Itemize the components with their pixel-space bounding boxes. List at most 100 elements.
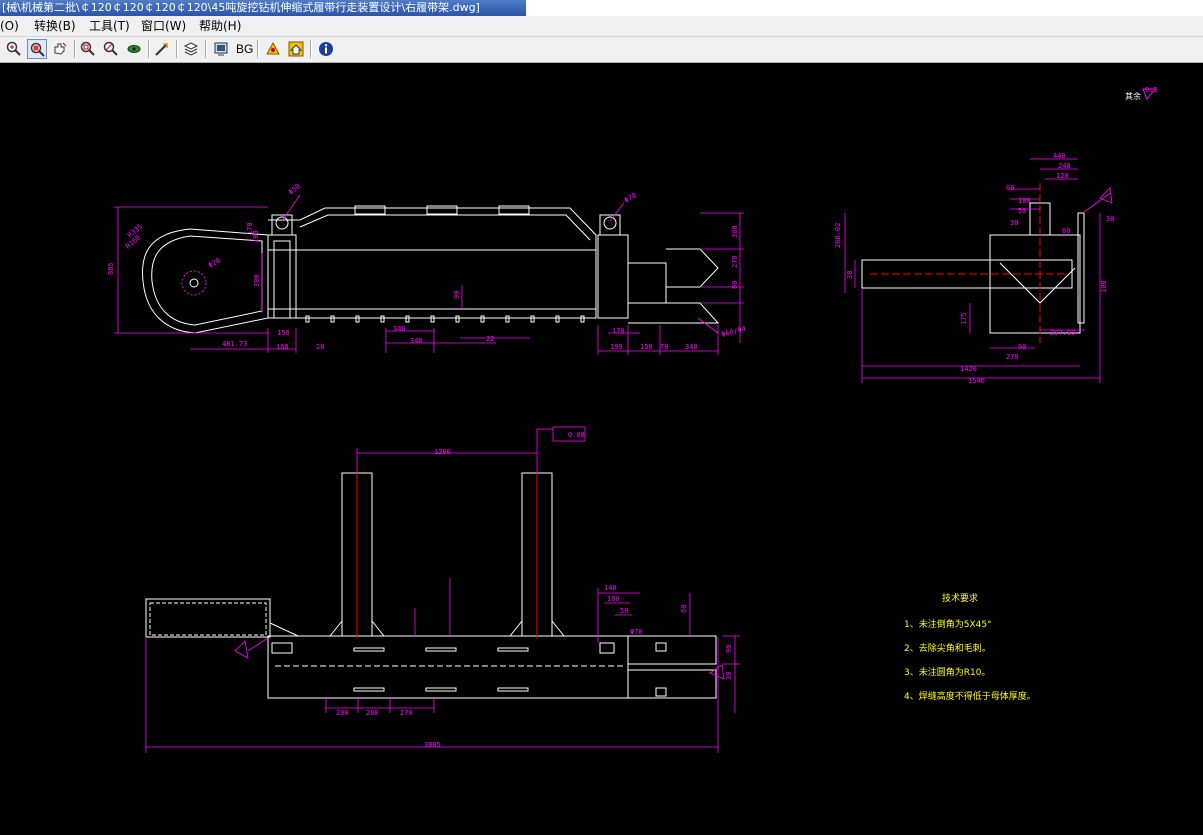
zoom-extents-button[interactable] [78, 39, 98, 59]
end-view-web [999, 262, 1076, 304]
idler-housing-outline [142, 228, 269, 334]
zoom-realtime-button[interactable] [101, 39, 121, 59]
svg-text:170: 170 [612, 327, 625, 335]
left-column-inner [273, 240, 291, 319]
svg-text:R160: R160 [124, 234, 142, 251]
zoom-in-button[interactable] [4, 39, 24, 59]
svg-text:1420: 1420 [960, 365, 977, 373]
menu-convert[interactable]: 转换(B) [30, 18, 80, 34]
background-button[interactable]: BG [236, 39, 253, 59]
svg-text:70: 70 [660, 343, 668, 351]
svg-text:20: 20 [316, 343, 324, 351]
toolbar-separator [310, 40, 312, 58]
svg-text:60: 60 [1062, 227, 1070, 235]
svg-text:100: 100 [1018, 197, 1031, 205]
svg-text:60: 60 [1006, 184, 1014, 192]
note-item-1: 1、未注倒角为5X45° [904, 620, 992, 630]
svg-text:100: 100 [1100, 280, 1108, 293]
measure-icon [155, 43, 168, 56]
svg-text:90: 90 [725, 645, 733, 653]
svg-text:200: 200 [336, 709, 349, 717]
svg-text:Φ70: Φ70 [623, 191, 638, 204]
side-view-dimensions [114, 194, 744, 355]
zoom-window-button[interactable] [27, 39, 47, 59]
idler-housing-inner [151, 235, 263, 326]
support-pad [354, 205, 386, 215]
svg-text:140: 140 [604, 584, 617, 592]
idler-bolt-circle [181, 270, 207, 296]
menu-help[interactable]: 帮助(H) [195, 18, 245, 34]
svg-text:270: 270 [1006, 353, 1019, 361]
svg-text:120: 120 [1056, 172, 1069, 180]
drawing-canvas[interactable]: 其余 6.3 Φ50 Φ70 R335 R160 885 190 170 380… [0, 63, 1203, 835]
menu-bar: (O) 转换(B) 工具(T) 窗口(W) 帮助(H) [0, 16, 1203, 37]
plan-idler-bracket-inner [149, 602, 267, 636]
plan-end-block [271, 642, 293, 654]
print-button[interactable] [263, 39, 283, 59]
plan-slot [353, 647, 385, 652]
svg-text:240: 240 [1058, 162, 1071, 170]
view-3d-button[interactable] [124, 39, 144, 59]
layers-icon [183, 42, 199, 56]
svg-text:200: 200 [366, 709, 379, 717]
cylinder-rod-guide [666, 248, 719, 288]
svg-text:440: 440 [1053, 152, 1066, 160]
menu-o[interactable]: (O) [0, 18, 23, 34]
plan-main-beam [267, 635, 629, 699]
display-button[interactable] [211, 39, 231, 59]
support-pad [426, 205, 458, 215]
right-pin-hole [603, 216, 617, 230]
svg-text:481.73: 481.73 [222, 340, 247, 348]
plan-slot [497, 647, 529, 652]
layers-button[interactable] [181, 39, 201, 59]
plan-end-block [655, 687, 667, 697]
print-icon [266, 41, 280, 55]
menu-window[interactable]: 窗口(W) [137, 18, 190, 34]
note-item-3: 3、未注圆角为R10。 [904, 668, 991, 678]
svg-text:270: 270 [400, 709, 413, 717]
svg-text:60: 60 [680, 605, 688, 613]
svg-text:340: 340 [410, 337, 423, 345]
main-beam-outline [268, 207, 597, 319]
measure-button[interactable] [152, 39, 172, 59]
toolbar-separator [257, 40, 259, 58]
svg-text:380: 380 [253, 274, 261, 287]
info-icon [319, 42, 333, 56]
home-icon [288, 41, 304, 57]
zoom-realtime-icon [103, 41, 118, 56]
idler-bore [189, 278, 199, 288]
svg-text:150: 150 [640, 343, 653, 351]
zoom-extents-icon [80, 41, 95, 56]
home-button[interactable] [286, 39, 306, 59]
title-bar: [械\机械第二批\￠120￠120￠120￠120\45吨旋挖钻机伸缩式履带行走… [0, 0, 1203, 16]
svg-text:90: 90 [1018, 343, 1026, 351]
svg-text:175: 175 [960, 312, 968, 325]
menu-tools[interactable]: 工具(T) [85, 18, 134, 34]
monitor-icon [214, 42, 228, 56]
svg-text:Φ68/Φ4: Φ68/Φ4 [720, 325, 747, 339]
side-view [142, 205, 720, 334]
toolbar-separator [148, 40, 150, 58]
main-beam-inner [299, 214, 591, 241]
cylinder-bracket [627, 262, 667, 304]
plan-cylinder-bottom [627, 669, 717, 699]
svg-text:Φ20: Φ20 [207, 256, 222, 269]
svg-text:30: 30 [1010, 219, 1018, 227]
svg-text:80: 80 [731, 281, 739, 289]
svg-text:50: 50 [620, 607, 628, 615]
svg-text:50: 50 [1018, 207, 1026, 215]
left-column [267, 234, 297, 319]
end-view [861, 183, 1085, 343]
plan-view-dim-text: 1200 0.08 140 100 50 Φ70 60 200 200 270 … [336, 431, 733, 749]
svg-text:270: 270 [731, 255, 739, 268]
toolbar-separator [176, 40, 178, 58]
pan-button[interactable] [50, 39, 70, 59]
about-button[interactable] [316, 39, 336, 59]
bottom-slots [305, 315, 585, 323]
note-item-2: 2、去除尖角和毛刺。 [904, 644, 991, 654]
end-view-plate [1077, 212, 1085, 324]
plan-transition [269, 622, 325, 637]
svg-text:90: 90 [453, 291, 461, 299]
cad-drawing: 其余 6.3 Φ50 Φ70 R335 R160 885 190 170 380… [107, 86, 1158, 753]
svg-text:360: 360 [731, 225, 739, 238]
